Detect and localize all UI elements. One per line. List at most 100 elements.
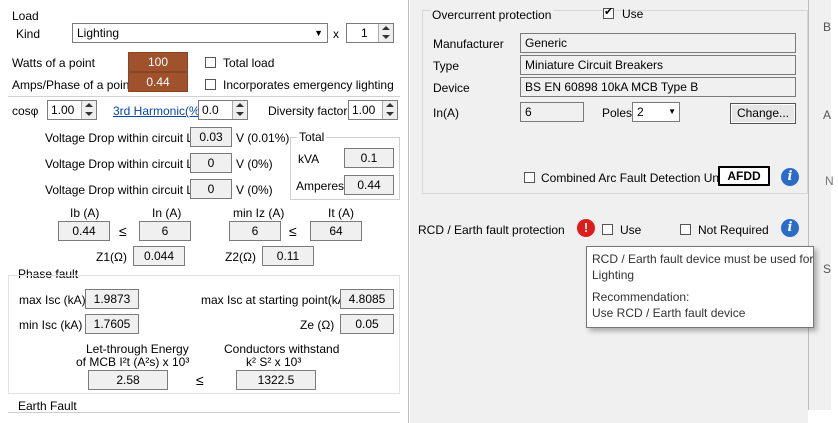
- device-field: BS EN 60898 10kA MCB Type B: [520, 77, 796, 97]
- miniz-field: 6: [229, 221, 281, 241]
- change-button[interactable]: Change...: [730, 103, 796, 124]
- le-symbol: ≤: [119, 223, 127, 239]
- vd-l2-pct: V (0%): [236, 157, 273, 171]
- chevron-down-icon: ▼: [314, 28, 323, 38]
- divider: [8, 96, 400, 97]
- poles-value: 2: [637, 105, 644, 119]
- manufacturer-field: Generic: [520, 33, 796, 53]
- change-button-label: Change...: [736, 106, 790, 120]
- ze-field: 0.05: [340, 314, 394, 334]
- device-label: Device: [433, 81, 470, 95]
- total-load-label: Total load: [223, 56, 275, 70]
- max-isc-label: max Isc (kA): [19, 293, 86, 307]
- rcd-use-checkbox[interactable]: [602, 224, 613, 235]
- kva-label: kVA: [298, 152, 320, 166]
- right-edge-char: A: [823, 108, 832, 122]
- max-isc-start-label: max Isc at starting point(kA): [201, 293, 350, 307]
- multiplier-stepper[interactable]: 1: [346, 23, 394, 43]
- diversity-arrows-icon[interactable]: [382, 101, 397, 119]
- cosphi-stepper[interactable]: 1.00: [47, 100, 97, 120]
- amps-field[interactable]: 0.44: [128, 72, 188, 92]
- overcurrent-label: Overcurrent protection: [430, 8, 554, 22]
- vd-l1-label: Voltage Drop within circuit L1: [45, 131, 200, 145]
- amps-label: Amps/Phase of a point: [12, 78, 133, 92]
- le-symbol: ≤: [289, 223, 297, 239]
- max-isc-start-field: 4.8085: [340, 289, 394, 309]
- diversity-value: 1.00: [352, 103, 376, 117]
- vd-l3-field: 0: [190, 179, 232, 199]
- kind-dropdown[interactable]: Lighting ▼: [72, 23, 328, 43]
- vd-l2-label: Voltage Drop within circuit L2: [45, 157, 200, 171]
- diversity-stepper[interactable]: 1.00: [348, 100, 398, 120]
- ib-label: Ib (A): [70, 206, 100, 220]
- cosphi-label: cosφ: [12, 104, 39, 118]
- withstand-label-2: k² S² x 10³: [246, 355, 302, 369]
- afdd-checkbox-label: Combined Arc Fault Detection Unit: [541, 171, 726, 185]
- energy-label-1: Let-through Energy: [86, 342, 189, 356]
- tooltip-line: Recommendation:: [592, 290, 690, 304]
- in-label: In (A): [152, 206, 182, 220]
- in-a-field: 6: [520, 102, 584, 122]
- afdd-badge-label: AFDD: [727, 169, 761, 183]
- le-symbol: ≤: [196, 372, 204, 388]
- right-edge-panel: B A N S: [808, 0, 834, 410]
- poles-dropdown[interactable]: 2 ▼: [632, 102, 680, 122]
- in-field: 6: [139, 221, 191, 241]
- type-field: Miniature Circuit Breakers: [520, 55, 796, 75]
- info-icon[interactable]: i: [781, 219, 799, 237]
- load-section-label: Load: [12, 9, 39, 23]
- min-isc-label: min Isc (kA): [19, 318, 83, 332]
- vd-l3-label: Voltage Drop within circuit L3: [45, 183, 200, 197]
- z1-field: 0.044: [133, 246, 185, 266]
- kind-label: Kind: [16, 27, 41, 41]
- withstand-label-1: Conductors withstand: [224, 342, 340, 356]
- earth-fault-label: Earth Fault: [18, 399, 77, 413]
- energy-label-2: of MCB I²t (A²s) x 10³: [76, 355, 190, 369]
- max-isc-field: 1.9873: [85, 289, 139, 309]
- amperes-label: Amperes: [296, 179, 345, 193]
- it-label: It (A): [328, 206, 354, 220]
- watts-field[interactable]: 100: [128, 52, 188, 72]
- multiplier-x-label: x: [333, 27, 339, 41]
- divider: [8, 412, 400, 413]
- it-field: 64: [310, 221, 362, 241]
- tooltip-line: Use RCD / Earth fault device: [592, 306, 746, 320]
- withstand-field: 1322.5: [236, 370, 316, 390]
- total-load-checkbox[interactable]: [205, 57, 216, 68]
- miniz-label: min Iz (A): [233, 206, 285, 220]
- overcurrent-use-label: Use: [622, 7, 644, 21]
- emergency-lighting-checkbox[interactable]: [205, 79, 216, 90]
- not-required-label: Not Required: [698, 223, 769, 237]
- rcd-tooltip: RCD / Earth fault device must be used fo…: [586, 246, 814, 328]
- harmonic-link[interactable]: 3rd Harmonic(%): [113, 104, 204, 118]
- kva-field: 0.1: [344, 148, 394, 168]
- harmonic-value: 0.0: [202, 103, 219, 117]
- energy-field: 2.58: [88, 370, 168, 390]
- right-edge-char: S: [823, 262, 832, 276]
- vd-l1-field: 0.03: [190, 127, 232, 147]
- harmonic-stepper[interactable]: 0.0: [198, 100, 248, 120]
- vd-l2-field: 0: [190, 153, 232, 173]
- overcurrent-use-checkbox[interactable]: [603, 5, 614, 19]
- amperes-field: 0.44: [344, 175, 394, 195]
- poles-label: Poles: [602, 106, 633, 120]
- afdd-badge: AFDD: [718, 166, 770, 186]
- right-edge-char: B: [823, 20, 832, 34]
- diversity-label: Diversity factor: [268, 104, 348, 118]
- ib-field: 0.44: [58, 221, 110, 241]
- in-a-label: In(A): [433, 106, 460, 120]
- z1-label: Z1(Ω): [96, 250, 127, 264]
- cosphi-value: 1.00: [51, 103, 75, 117]
- chevron-down-icon: ▼: [668, 107, 676, 116]
- info-icon[interactable]: i: [781, 168, 799, 186]
- watts-label: Watts of a point: [12, 56, 95, 70]
- left-panel: Load Kind Lighting ▼ x 1 Watts of a poin…: [0, 0, 409, 423]
- harmonic-arrows-icon[interactable]: [232, 101, 247, 119]
- afdd-checkbox[interactable]: [524, 172, 535, 183]
- z2-field: 0.11: [262, 246, 314, 266]
- not-required-checkbox[interactable]: [680, 224, 691, 235]
- multiplier-arrows-icon[interactable]: [378, 24, 393, 42]
- vd-l1-pct: V (0.01%): [236, 131, 290, 145]
- tooltip-line: RCD / Earth fault device must be used fo…: [592, 252, 814, 266]
- cosphi-arrows-icon[interactable]: [81, 101, 96, 119]
